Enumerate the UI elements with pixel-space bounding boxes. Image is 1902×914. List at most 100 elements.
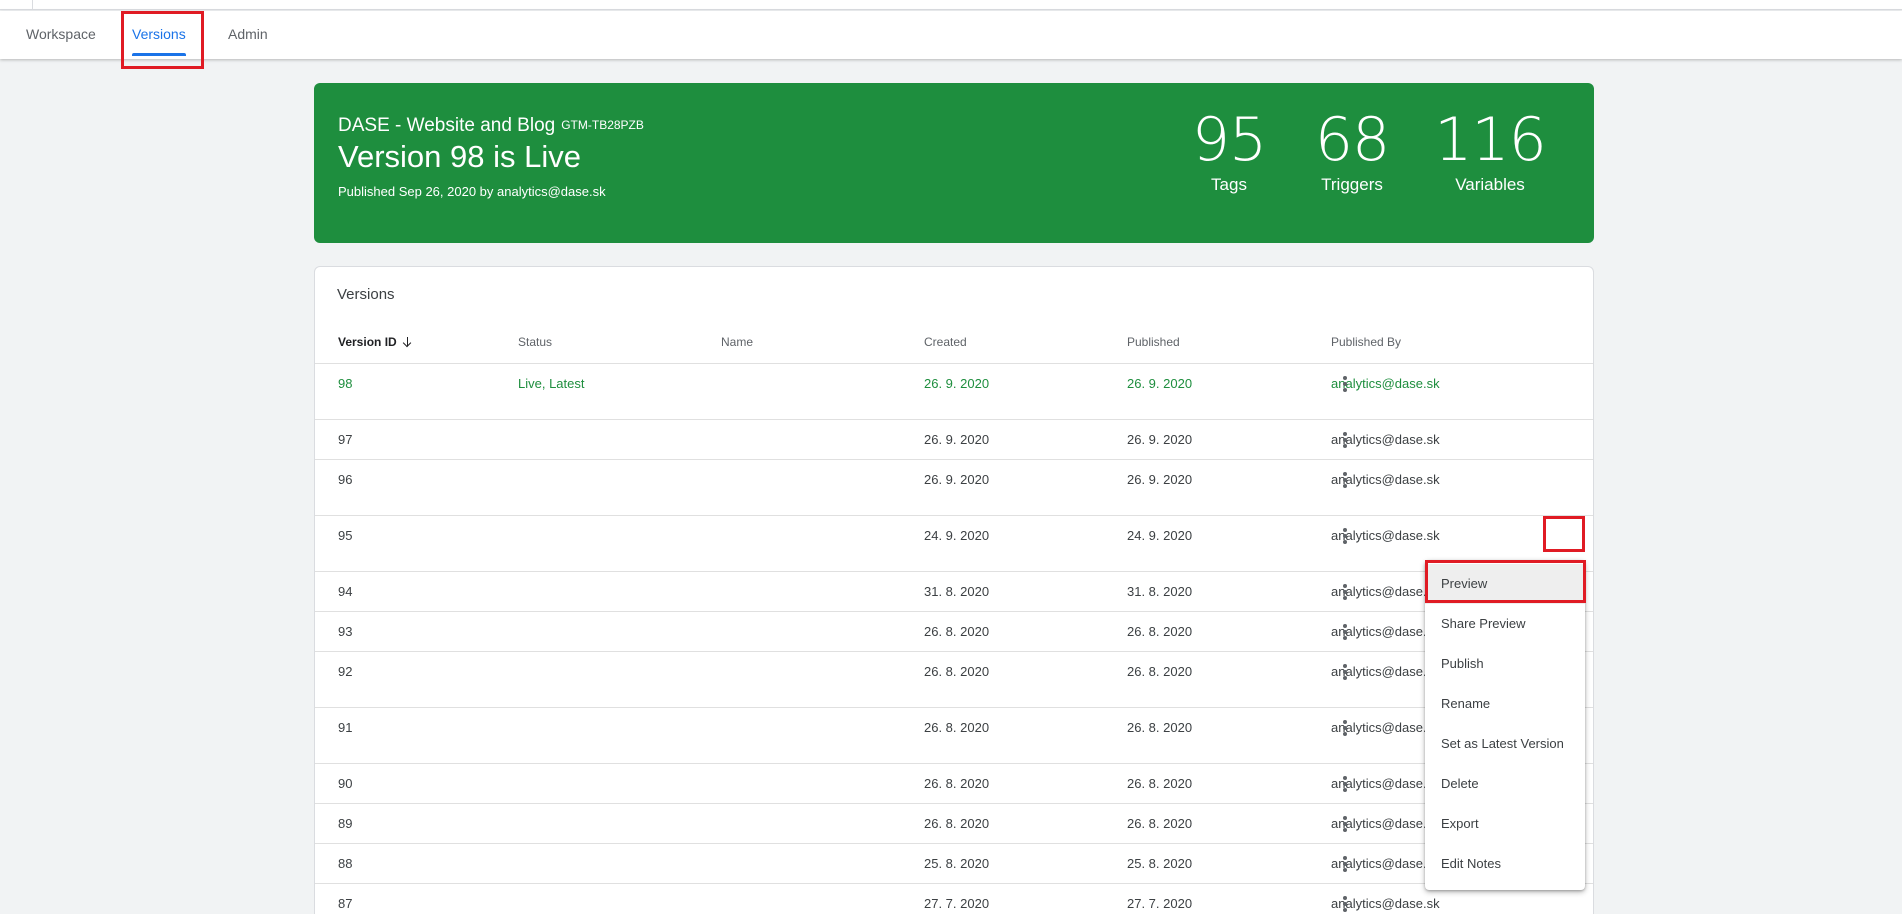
table-row[interactable]: 90 26. 8. 2020 26. 8. 2020 analytics@dase.s… [315,763,1593,803]
column-header-published[interactable]: Published [1127,335,1180,349]
more-vert-icon[interactable] [1335,854,1355,874]
cell-version-id: 97 [338,432,353,447]
cell-published: 26. 9. 2020 [1127,376,1193,391]
more-vert-icon[interactable] [1335,894,1355,914]
column-header-version-id[interactable]: Version ID [338,335,412,349]
cell-published: 26. 9. 2020 [1127,432,1193,447]
cell-created: 27. 7. 2020 [924,896,990,911]
menu-item-edit-notes[interactable]: Edit Notes [1425,844,1585,884]
stat-triggers-value: 68 [1314,105,1390,175]
more-vert-icon[interactable] [1335,374,1355,394]
container-id: GTM-TB28PZB [561,118,644,132]
live-version-heading: Version 98 is Live [338,139,581,174]
more-vert-icon[interactable] [1335,774,1355,794]
stat-variables-label: Variables [1455,175,1525,194]
cell-version-id: 90 [338,776,353,791]
cell-created: 24. 9. 2020 [924,528,990,543]
container-name: DASE - Website and Blog [338,115,556,136]
more-vert-icon[interactable] [1335,718,1355,738]
menu-item-rename[interactable]: Rename [1425,684,1585,724]
cell-version-id: 88 [338,856,353,871]
stat-variables-value: 116 [1434,105,1547,175]
cell-created: 26. 9. 2020 [924,432,990,447]
stat-triggers-label: Triggers [1321,175,1383,194]
more-vert-icon[interactable] [1335,526,1355,546]
cell-version-id: 93 [338,624,353,639]
table-row[interactable]: 91 26. 8. 2020 26. 8. 2020 analytics@dase.s… [315,707,1593,763]
more-vert-icon[interactable] [1335,622,1355,642]
cell-created: 26. 8. 2020 [924,776,990,791]
tab-workspace[interactable]: Workspace [14,11,108,59]
menu-item-delete[interactable]: Delete [1425,764,1585,804]
table-row[interactable]: 97 26. 9. 2020 26. 9. 2020 analytics@dase.s… [315,419,1593,459]
cell-created: 26. 8. 2020 [924,816,990,831]
menu-item-publish[interactable]: Publish [1425,644,1585,684]
table-row[interactable]: 92 26. 8. 2020 26. 8. 2020 analytics@dase.s… [315,651,1593,707]
cell-published: 24. 9. 2020 [1127,528,1193,543]
cell-published: 31. 8. 2020 [1127,584,1193,599]
cell-created: 26. 9. 2020 [924,472,990,487]
column-header-version-id-label: Version ID [338,335,397,349]
cell-status: Live, Latest [518,376,585,391]
menu-item-preview[interactable]: Preview [1425,564,1585,604]
tab-admin[interactable]: Admin [216,11,280,59]
column-header-name[interactable]: Name [721,335,753,349]
cell-created: 26. 8. 2020 [924,624,990,639]
menu-item-share-preview[interactable]: Share Preview [1425,604,1585,644]
table-row[interactable]: 89 26. 8. 2020 26. 8. 2020 analytics@dase.s… [315,803,1593,843]
more-vert-icon[interactable] [1335,430,1355,450]
top-strip-divider [32,0,33,10]
arrow-down-icon [403,337,412,347]
cell-published: 27. 7. 2020 [1127,896,1193,911]
more-vert-icon[interactable] [1335,814,1355,834]
cell-created: 31. 8. 2020 [924,584,990,599]
stat-variables: 116 Variables [1425,107,1555,195]
cell-published: 26. 8. 2020 [1127,664,1193,679]
top-strip [0,0,1902,10]
table-row[interactable]: 93 26. 8. 2020 26. 8. 2020 analytics@dase.s… [315,611,1593,651]
cell-version-id: 92 [338,664,353,679]
cell-published: 26. 9. 2020 [1127,472,1193,487]
versions-card-title: Versions [337,286,395,303]
stat-triggers: 68 Triggers [1287,107,1417,195]
cell-published: 25. 8. 2020 [1127,856,1193,871]
column-header-created[interactable]: Created [924,335,967,349]
table-row[interactable]: 88 25. 8. 2020 25. 8. 2020 analytics@dase.s… [315,843,1593,883]
live-version-banner: DASE - Website and Blog GTM-TB28PZB Versi… [314,83,1594,243]
column-header-status[interactable]: Status [518,335,552,349]
table-row[interactable]: 94 31. 8. 2020 31. 8. 2020 analytics@dase.s… [315,571,1593,611]
container-title: DASE - Website and Blog GTM-TB28PZB [338,115,644,137]
cell-version-id: 95 [338,528,353,543]
cell-version-id: 91 [338,720,353,735]
versions-card: Versions Version ID Status Name Created … [314,266,1594,914]
more-vert-icon[interactable] [1335,582,1355,602]
cell-version-id: 96 [338,472,353,487]
cell-version-id: 98 [338,376,353,391]
table-row[interactable]: 87 27. 7. 2020 27. 7. 2020 analytics@dase.s… [315,883,1593,914]
column-header-published-by[interactable]: Published By [1331,335,1401,349]
published-info: Published Sep 26, 2020 by analytics@dase… [338,184,606,199]
tab-bar: Workspace Versions Admin [0,11,1902,59]
menu-item-set-as-latest-version[interactable]: Set as Latest Version [1425,724,1585,764]
cell-published: 26. 8. 2020 [1127,720,1193,735]
cell-created: 26. 9. 2020 [924,376,990,391]
tab-versions[interactable]: Versions [120,11,198,59]
cell-created: 25. 8. 2020 [924,856,990,871]
more-vert-icon[interactable] [1335,662,1355,682]
cell-created: 26. 8. 2020 [924,720,990,735]
menu-item-export[interactable]: Export [1425,804,1585,844]
stat-tags: 95 Tags [1164,107,1294,195]
cell-published: 26. 8. 2020 [1127,776,1193,791]
table-row[interactable]: 95 24. 9. 2020 24. 9. 2020 analytics@dase.s… [315,515,1593,571]
cell-published: 26. 8. 2020 [1127,624,1193,639]
more-vert-icon[interactable] [1335,470,1355,490]
cell-version-id: 87 [338,896,353,911]
table-row[interactable]: 98 Live, Latest 26. 9. 2020 26. 9. 2020 anal… [315,363,1593,419]
cell-version-id: 89 [338,816,353,831]
cell-created: 26. 8. 2020 [924,664,990,679]
cell-version-id: 94 [338,584,353,599]
table-row[interactable]: 96 26. 9. 2020 26. 9. 2020 analytics@dase.s… [315,459,1593,515]
cell-published: 26. 8. 2020 [1127,816,1193,831]
stat-tags-label: Tags [1211,175,1247,194]
version-actions-menu: Preview Share Preview Publish Rename Set… [1425,560,1585,890]
